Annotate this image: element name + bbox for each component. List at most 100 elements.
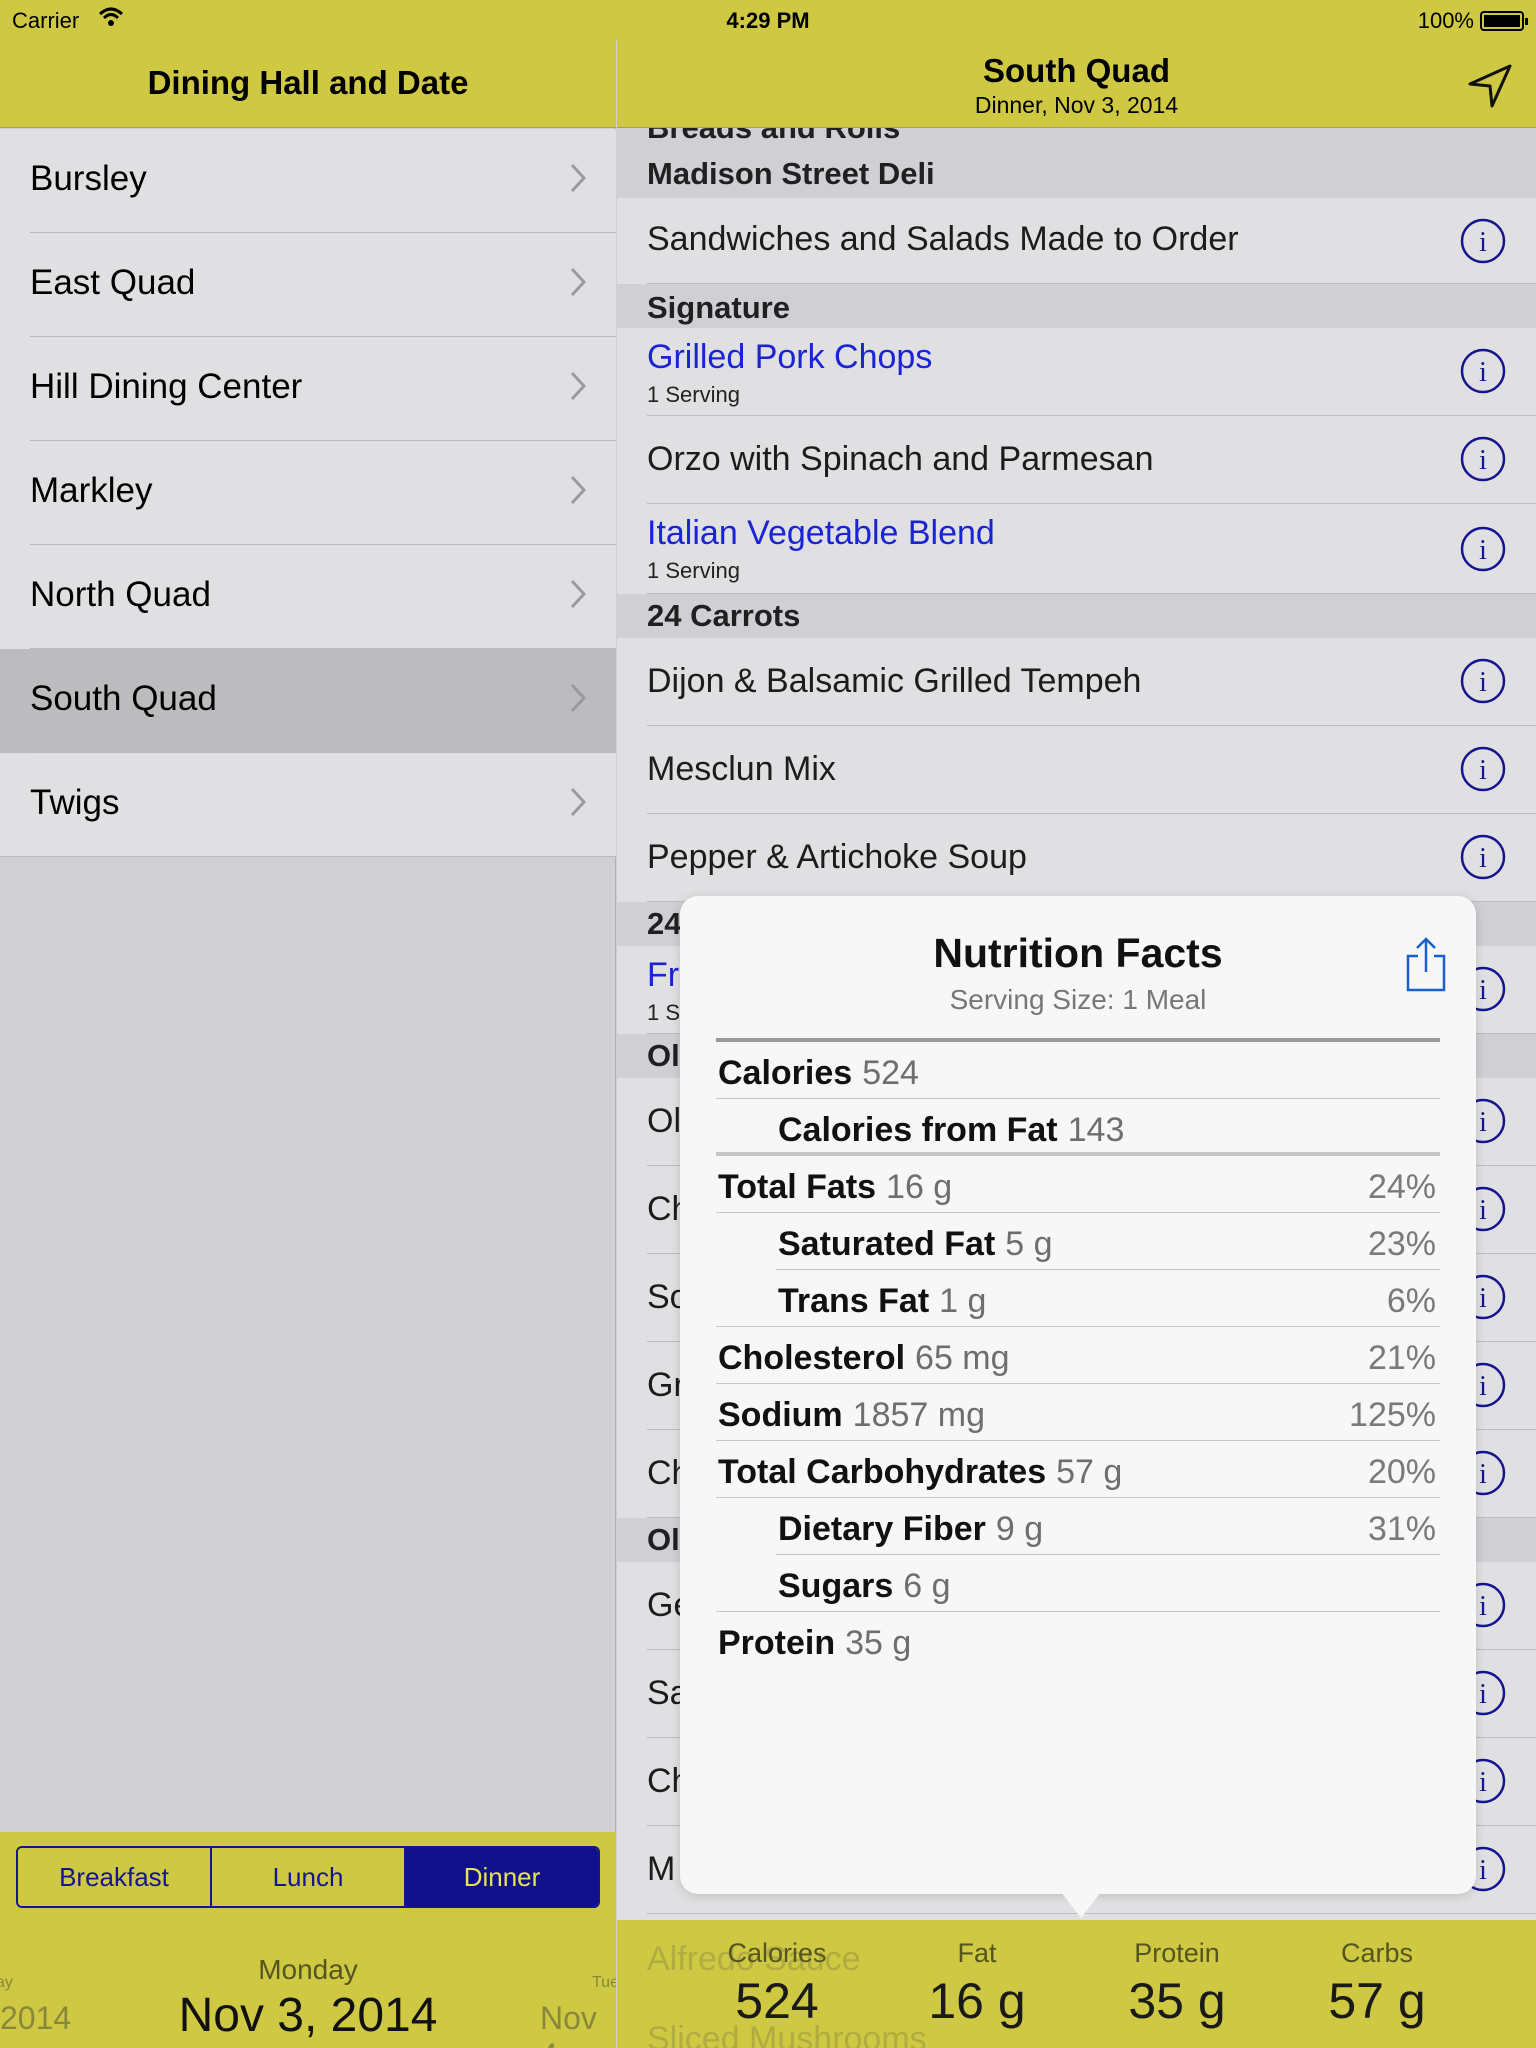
hall-title: South Quad: [983, 52, 1170, 89]
fact-value: 143: [1067, 1111, 1125, 1149]
chevron-right-icon: [570, 475, 586, 505]
info-icon[interactable]: i: [1460, 834, 1506, 880]
menu-item-serving: 1 Serving: [647, 382, 740, 407]
menu-item-row[interactable]: Italian Vegetable Blend 1 Serving i: [617, 504, 1536, 594]
meal-lunch-button[interactable]: Lunch: [212, 1848, 406, 1906]
fact-name: Calories: [718, 1054, 853, 1092]
svg-text:i: i: [1479, 1591, 1487, 1622]
menu-item-label: Ol: [647, 1102, 681, 1140]
fact-value: 9 g: [995, 1510, 1044, 1548]
section-label: 24: [647, 906, 682, 941]
hall-item-bursley[interactable]: Bursley: [0, 129, 616, 233]
fact-cholesterol: Cholesterol 65 mg 21%: [716, 1327, 1440, 1384]
menu-item-row[interactable]: Pepper & Artichoke Soup i: [617, 814, 1536, 902]
location-arrow-icon[interactable]: [1464, 60, 1516, 112]
fact-name: Sodium: [718, 1396, 843, 1434]
svg-text:i: i: [1479, 1679, 1487, 1710]
date-day: Monday: [258, 1954, 358, 1985]
right-nav-bar: South Quad Dinner, Nov 3, 2014: [617, 40, 1536, 128]
fact-value: 5 g: [1005, 1225, 1053, 1263]
info-icon[interactable]: i: [1460, 436, 1506, 482]
chevron-right-icon: [570, 683, 586, 713]
fact-sodium: Sodium 1857 mg 125%: [716, 1384, 1440, 1441]
menu-item-row[interactable]: Sandwiches and Salads Made to Order i: [617, 198, 1536, 284]
menu-item-label: Italian Vegetable Blend: [647, 514, 995, 552]
hall-item-markley[interactable]: Markley: [0, 441, 616, 545]
hall-item-hill-dining-center[interactable]: Hill Dining Center: [0, 337, 616, 441]
fact-value: 1 g: [939, 1282, 987, 1320]
date-selected: Nov 3, 2014: [178, 1989, 438, 2042]
hall-item-north-quad[interactable]: North Quad: [0, 545, 616, 649]
left-pane: Dining Hall and Date Bursley East Quad H…: [0, 0, 616, 2048]
section-label: Signature: [647, 290, 790, 325]
fact-percent: 125%: [1349, 1396, 1436, 1434]
svg-text:i: i: [1479, 1107, 1487, 1138]
left-nav-bar: Dining Hall and Date: [0, 40, 616, 128]
fact-value: 57 g: [1056, 1453, 1123, 1491]
summary-label: Carbs: [1340, 1938, 1414, 1968]
hall-item-south-quad[interactable]: South Quad: [0, 649, 616, 753]
fact-name: Calories from Fat: [778, 1111, 1058, 1149]
hall-label: Markley: [30, 471, 153, 510]
hall-item-east-quad[interactable]: East Quad: [0, 233, 616, 337]
chevron-right-icon: [570, 267, 586, 297]
meal-dinner-button[interactable]: Dinner: [406, 1848, 598, 1906]
chevron-right-icon: [570, 371, 586, 401]
svg-text:i: i: [1479, 1195, 1487, 1226]
fact-name: Trans Fat: [778, 1282, 930, 1320]
fact-saturated-fat: Saturated Fat 5 g 23%: [716, 1213, 1440, 1270]
chevron-right-icon: [570, 579, 586, 609]
meal-segmented-control: Breakfast Lunch Dinner: [16, 1846, 600, 1908]
svg-text:i: i: [1479, 1459, 1487, 1490]
hall-item-twigs[interactable]: Twigs: [0, 753, 616, 857]
menu-item-row[interactable]: Dijon & Balsamic Grilled Tempeh i: [617, 638, 1536, 726]
menu-item-row[interactable]: Orzo with Spinach and Parmesan i: [617, 416, 1536, 504]
summary-value: 16 g: [928, 1973, 1026, 2029]
hall-label: Hill Dining Center: [30, 367, 303, 406]
popover-arrow: [1061, 1892, 1101, 1918]
serving-size: Serving Size: 1 Meal: [949, 984, 1207, 1015]
fact-name: Protein: [718, 1624, 836, 1662]
chevron-right-icon: [570, 787, 586, 817]
battery-percent: 100%: [1417, 8, 1474, 33]
menu-item-label: Pepper & Artichoke Soup: [647, 838, 1027, 876]
svg-text:i: i: [1479, 1283, 1487, 1314]
popover-title: Nutrition Facts: [933, 930, 1223, 976]
date-next[interactable]: Nov 4: [540, 2000, 616, 2048]
hall-label: East Quad: [30, 263, 196, 302]
dining-hall-list: Bursley East Quad Hill Dining Center Mar…: [0, 129, 616, 857]
svg-text:i: i: [1479, 445, 1487, 476]
svg-text:i: i: [1479, 1371, 1487, 1402]
menu-item-label: M: [647, 1850, 676, 1888]
fact-name: Dietary Fiber: [778, 1510, 986, 1548]
section-label: 24 Carrots: [647, 598, 801, 633]
section-label: Ol: [647, 1522, 680, 1557]
date-picker[interactable]: ay 2014 Monday Nov 3, 2014 Tue Nov 4: [0, 1932, 616, 2048]
info-icon[interactable]: i: [1460, 658, 1506, 704]
fact-sugars: Sugars 6 g: [716, 1555, 1440, 1612]
menu-item-label: Sandwiches and Salads Made to Order: [647, 220, 1239, 258]
info-icon[interactable]: i: [1460, 348, 1506, 394]
fact-name: Saturated Fat: [778, 1225, 996, 1263]
menu-item-row[interactable]: Mesclun Mix i: [617, 726, 1536, 814]
fact-trans-fat: Trans Fat 1 g 6%: [716, 1270, 1440, 1327]
fact-dietary-fiber: Dietary Fiber 9 g 31%: [716, 1498, 1440, 1555]
menu-item-row[interactable]: Grilled Pork Chops 1 Serving i: [617, 328, 1536, 416]
section-header: Madison Street Deli: [617, 152, 1536, 198]
menu-item-label: Mesclun Mix: [647, 750, 836, 788]
fact-calories: Calories 524: [716, 1042, 1440, 1099]
info-icon[interactable]: i: [1460, 526, 1506, 572]
svg-text:i: i: [1479, 535, 1487, 566]
meal-subtitle: Dinner, Nov 3, 2014: [974, 92, 1179, 118]
section-label: Ol: [647, 1038, 680, 1073]
svg-text:i: i: [1479, 227, 1487, 258]
status-bar: Carrier 4:29 PM 100%: [0, 0, 1536, 40]
meal-breakfast-button[interactable]: Breakfast: [18, 1848, 212, 1906]
share-icon[interactable]: [1404, 936, 1448, 992]
clock: 4:29 PM: [726, 8, 810, 33]
menu-item-label: Orzo with Spinach and Parmesan: [647, 440, 1154, 478]
info-icon[interactable]: i: [1460, 746, 1506, 792]
summary-value: 524: [735, 1973, 819, 2029]
fact-name: Cholesterol: [718, 1339, 906, 1377]
info-icon[interactable]: i: [1460, 218, 1506, 264]
